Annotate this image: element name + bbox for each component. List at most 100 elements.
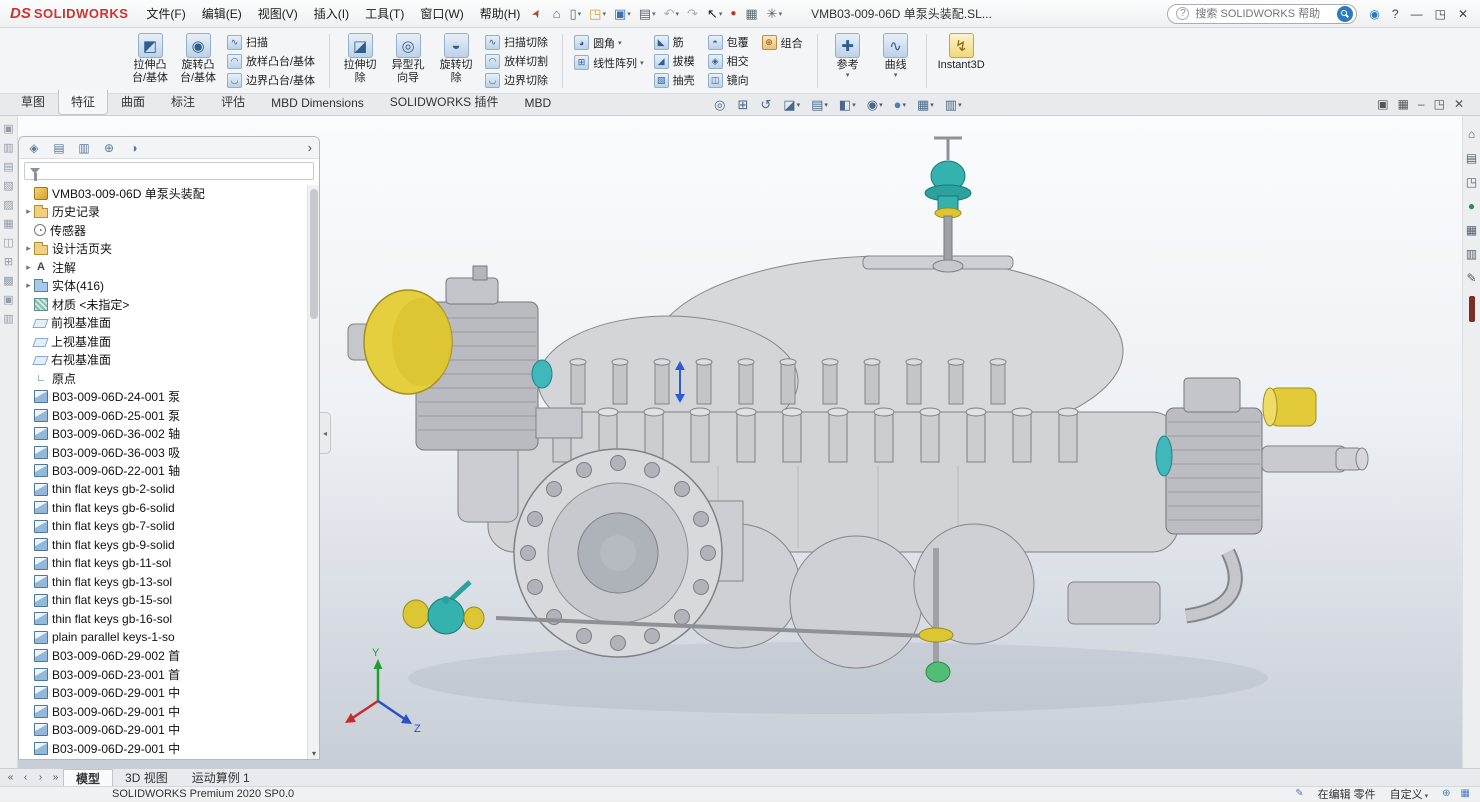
tree-scrollbar[interactable]: ▾ [307,185,319,759]
revolved-boss-button[interactable]: ◉ 旋转凸 台/基体 [174,31,222,91]
tree-filter-box[interactable] [24,162,314,180]
fillet-button[interactable]: ◕ 圆角 ▾ [571,33,647,52]
minimize-button[interactable]: — [1405,5,1429,23]
ribbon-tab[interactable]: SOLIDWORKS 插件 [377,89,512,115]
document-tab[interactable]: 运动算例 1 [180,769,262,786]
tree-item[interactable]: 上视基准面 [21,332,307,351]
extruded-boss-button[interactable]: ◩ 拉伸凸 台/基体 [126,31,174,91]
revolved-cut-button[interactable]: ◒ 旋转切 除 [432,31,480,91]
drain-valve[interactable] [403,582,484,634]
hole-wizard-button[interactable]: ◎ 异型孔 向导 [384,31,432,91]
display-grid-icon[interactable]: ▦ [1461,789,1470,799]
close-button[interactable]: ✕ [1452,5,1474,23]
maximize-button[interactable]: ◳ [1429,5,1452,23]
file-explorer-icon[interactable]: ◳ [1466,176,1477,188]
view-orientation-icon[interactable]: ▤▾ [811,98,828,111]
tree-item[interactable]: B03-009-06D-29-001 中 [21,739,307,758]
scroll-down-arrow[interactable]: ▾ [308,749,320,758]
menu-item[interactable]: 插入(I) [306,2,357,25]
forum-icon[interactable]: ✎ [1466,272,1476,284]
doc-minimize-icon[interactable]: – [1418,98,1425,110]
tree-item[interactable]: thin flat keys gb-16-sol [21,610,307,629]
menu-item[interactable]: 工具(T) [357,2,412,25]
tree-item[interactable]: B03-009-06D-36-002 轴 [21,425,307,444]
panel-collapse-handle[interactable]: ◂ [320,412,331,454]
previous-view-icon[interactable]: ↺ [760,98,772,111]
side-toolbar-icon[interactable]: ▧ [3,181,13,192]
save-button[interactable]: ▣▾ [611,6,634,21]
customize-menu[interactable]: 自定义▾ [1390,786,1429,802]
boundary-boss-button[interactable]: ◡ 边界凸台/基体 [224,71,321,89]
scene-icon[interactable]: ▦ [1466,224,1477,236]
select-button[interactable]: ↖▾ [704,6,725,21]
tree-item[interactable]: B03-009-06D-23-001 首 [21,665,307,684]
tree-item[interactable]: thin flat keys gb-7-solid [21,517,307,536]
tree-item[interactable]: ∟ 原点 [21,369,307,388]
sweep-button[interactable]: ∿ 扫描 [224,33,321,51]
swept-cut-button[interactable]: ∿ 扫描切除 [482,33,554,51]
menu-item[interactable]: 文件(F) [138,2,193,25]
wrap-button[interactable]: ◓ 包覆 [705,33,755,51]
tree-item[interactable]: plain parallel keys-1-so [21,628,307,647]
displaymanager-tab-icon[interactable]: ◑ [123,139,145,157]
last-tab-button[interactable]: » [48,772,63,783]
globe-icon[interactable]: ⊕ [1442,789,1450,799]
lofted-cut-button[interactable]: ◠ 放样切割 [482,52,554,70]
instant3d-button[interactable]: ↯ Instant3D [933,31,990,91]
menu-item[interactable]: 窗口(W) [412,2,471,25]
view-palette-icon[interactable]: ⌂ [1468,128,1475,140]
mirror-button[interactable]: ◫ 镜向 [705,71,755,89]
shell-button[interactable]: ▧ 抽壳 [651,71,701,89]
display-style-icon[interactable]: ◧▾ [839,98,856,111]
side-toolbar-icon[interactable]: ◫ [3,238,13,249]
search-button[interactable] [1337,6,1353,22]
expand-arrow-icon[interactable]: ▸ [23,243,34,254]
tree-item[interactable]: thin flat keys gb-11-sol [21,554,307,573]
tree-item[interactable]: ▸ 设计活页夹 [21,240,307,259]
next-tab-button[interactable]: › [33,772,48,783]
scroll-indicator[interactable] [1469,296,1475,322]
tree-item[interactable]: VMB03-009-06D 单泵头装配 [21,184,307,203]
expand-arrow-icon[interactable]: ▸ [23,262,34,273]
tree-item[interactable]: 材质 <未指定> [21,295,307,314]
redo-button[interactable]: ↷ [684,6,702,21]
tree-item[interactable]: ◔ 传感器 [21,221,307,240]
zoom-area-icon[interactable]: ⊞ [737,98,749,111]
rebuild-button[interactable]: ● [727,8,740,20]
expand-arrow-icon[interactable]: ▸ [23,206,34,217]
side-toolbar-icon[interactable]: ▨ [3,200,13,211]
side-toolbar-icon[interactable]: ▥ [3,143,13,154]
right-bearing-assembly[interactable] [1156,378,1368,616]
home-button[interactable]: ⌂ [550,6,565,21]
pin-menu-icon[interactable]: ➤ [529,6,545,20]
ribbon-tab[interactable]: MBD [511,92,564,115]
tabs-overflow-chevron[interactable]: › [308,140,315,155]
side-toolbar-icon[interactable]: ▤ [3,162,13,173]
curves-button[interactable]: ∿ 曲线 ▾ [872,31,920,91]
reference-geometry-button[interactable]: ✚ 参考 ▾ [824,31,872,91]
tree-item[interactable]: B03-009-06D-29-002 首 [21,647,307,666]
side-toolbar-icon[interactable]: ▣ [3,295,13,306]
draft-button[interactable]: ◢ 拔模 [651,52,701,70]
undo-button[interactable]: ↶▾ [661,6,682,21]
top-valve[interactable] [925,138,971,272]
tree-item[interactable]: B03-009-06D-29-001 中 [21,721,307,740]
side-toolbar-icon[interactable]: ▥ [3,314,13,325]
menu-item[interactable]: 编辑(E) [194,2,250,25]
ribbon-tab[interactable]: 草图 [8,89,58,115]
tree-item[interactable]: thin flat keys gb-9-solid [21,536,307,555]
ribbon-tab[interactable]: MBD Dimensions [258,92,377,115]
coupling-guard-yellow[interactable] [348,290,452,394]
custom-properties-icon[interactable]: ▥ [1466,248,1477,260]
apply-scene-icon[interactable]: ▦▾ [917,98,934,111]
boundary-cut-button[interactable]: ◡ 边界切除 [482,71,554,89]
menu-item[interactable]: 帮助(H) [472,2,529,25]
doc-cascade-icon[interactable]: ▦ [1398,98,1409,110]
ribbon-tab[interactable]: 标注 [158,89,208,115]
dimxpertmanager-tab-icon[interactable]: ⊕ [98,139,120,157]
tree-item[interactable]: thin flat keys gb-13-sol [21,573,307,592]
tree-item[interactable]: B03-009-06D-25-001 泵 [21,406,307,425]
tree-item[interactable]: B03-009-06D-29-001 中 [21,702,307,721]
tree-item[interactable]: 右视基准面 [21,351,307,370]
extruded-cut-button[interactable]: ◪ 拉伸切 除 [336,31,384,91]
